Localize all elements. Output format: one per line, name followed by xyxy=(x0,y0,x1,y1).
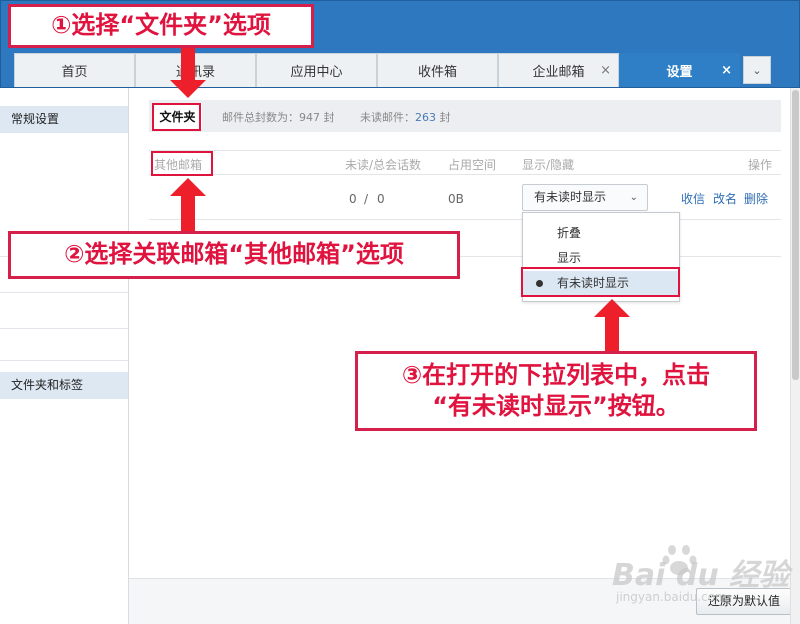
sidebar-item-label: 文件夹和标签 xyxy=(11,378,84,392)
tab-strip: 首页 通讯录 应用中心 收件箱 企业邮箱 × 设置 × ⌄ xyxy=(14,53,771,87)
annotation-step1: ①选择“文件夹”选项 xyxy=(8,4,314,48)
annotation-step3-line1: ③在打开的下拉列表中，点击 xyxy=(401,360,711,389)
settings-sidebar: 常规设置 文件夹和标签 xyxy=(0,88,129,624)
delete-link[interactable]: 删除 xyxy=(744,190,768,207)
tab-app-center[interactable]: 应用中心 xyxy=(256,53,377,87)
table-header-divider xyxy=(149,174,781,175)
annotation-step2: ②选择关联邮箱“其他邮箱”选项 xyxy=(8,231,460,279)
column-header-unread-total: 未读/总会话数 xyxy=(345,158,422,172)
unread-mail-count: 未读邮件：263 封 xyxy=(360,111,451,124)
column-header-space: 占用空间 xyxy=(448,158,497,172)
tab-label: 首页 xyxy=(61,65,88,80)
tab-home[interactable]: 首页 xyxy=(14,53,135,87)
arrow-step3-shaft xyxy=(605,316,619,352)
arrow-step2-shaft xyxy=(181,195,195,231)
arrow-step3-head xyxy=(594,299,630,317)
tab-label: 收件箱 xyxy=(417,65,457,80)
tab-label: 企业邮箱 xyxy=(532,65,585,80)
dropdown-option-collapse[interactable]: 折叠 xyxy=(523,221,679,245)
arrow-step1-shaft xyxy=(181,48,195,82)
scrollbar[interactable] xyxy=(790,88,800,624)
annotation-step3: ③在打开的下拉列表中，点击 “有未读时显示”按钮。 xyxy=(355,351,757,431)
column-header-ops: 操作 xyxy=(748,158,773,172)
sidebar-divider xyxy=(0,360,128,361)
close-icon[interactable]: × xyxy=(721,63,732,78)
tab-label: 应用中心 xyxy=(290,65,343,80)
tab-enterprise-mail[interactable]: 企业邮箱 × xyxy=(498,53,619,87)
sidebar-divider xyxy=(0,292,128,293)
display-mode-select[interactable]: 有未读时显示 ⌄ xyxy=(522,184,648,211)
tab-label: 设置 xyxy=(666,65,693,80)
sidebar-item-folders-and-tags[interactable]: 文件夹和标签 xyxy=(0,372,128,399)
highlight-other-mailbox xyxy=(151,151,213,176)
table-top-divider xyxy=(149,150,781,151)
highlight-folder-tab xyxy=(152,103,201,131)
highlight-show-when-unread xyxy=(521,267,680,297)
rename-link[interactable]: 改名 xyxy=(713,190,737,207)
tab-settings[interactable]: 设置 × xyxy=(619,53,740,87)
folder-info-bar: 文件夹 邮件总封数为：947 封 未读邮件：263 封 xyxy=(149,100,781,132)
watermark-logo: Bai du 经验 xyxy=(612,558,790,593)
total-count: 0 xyxy=(377,192,385,206)
count-separator: / xyxy=(364,192,369,206)
unread-count: 0 xyxy=(349,192,357,206)
arrow-step2-head xyxy=(170,178,206,196)
display-mode-value: 有未读时显示 xyxy=(534,190,607,204)
annotation-step3-line2: “有未读时显示”按钮。 xyxy=(432,392,680,420)
tab-overflow-button[interactable]: ⌄ xyxy=(743,56,771,84)
sidebar-item-general-settings[interactable]: 常规设置 xyxy=(0,106,128,133)
sidebar-item-label: 常规设置 xyxy=(11,112,60,126)
receive-mail-link[interactable]: 收信 xyxy=(681,190,705,207)
tab-inbox[interactable]: 收件箱 xyxy=(377,53,498,87)
chevron-down-icon: ⌄ xyxy=(629,192,638,203)
arrow-step1-head xyxy=(170,80,206,98)
column-header-display: 显示/隐藏 xyxy=(522,158,575,172)
total-mail-count: 邮件总封数为：947 封 xyxy=(222,111,335,124)
chevron-down-icon: ⌄ xyxy=(752,63,762,77)
close-icon[interactable]: × xyxy=(600,63,611,78)
scrollbar-thumb[interactable] xyxy=(792,90,799,380)
table-row-divider xyxy=(149,219,781,220)
space-used: 0B xyxy=(448,192,464,206)
watermark-site: jingyan.baidu.com xyxy=(616,590,727,604)
sidebar-divider xyxy=(0,328,128,329)
